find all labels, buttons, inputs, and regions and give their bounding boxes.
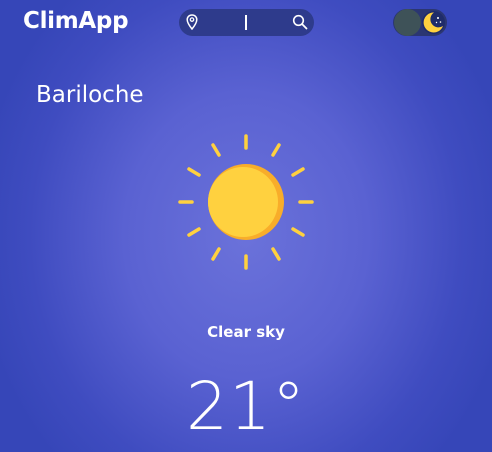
text-cursor — [245, 15, 247, 30]
app-title: ClimApp — [23, 8, 129, 34]
moon-icon — [422, 11, 445, 34]
temperature: 21° — [186, 368, 306, 445]
search-icon[interactable] — [292, 14, 308, 30]
weather-description: Clear sky — [207, 323, 285, 341]
sun-icon — [178, 134, 314, 270]
city-name: Bariloche — [36, 82, 144, 108]
location-pin-icon[interactable] — [186, 14, 198, 30]
search-bar[interactable] — [179, 9, 314, 36]
toggle-knob — [394, 9, 421, 36]
theme-toggle[interactable] — [393, 9, 447, 36]
